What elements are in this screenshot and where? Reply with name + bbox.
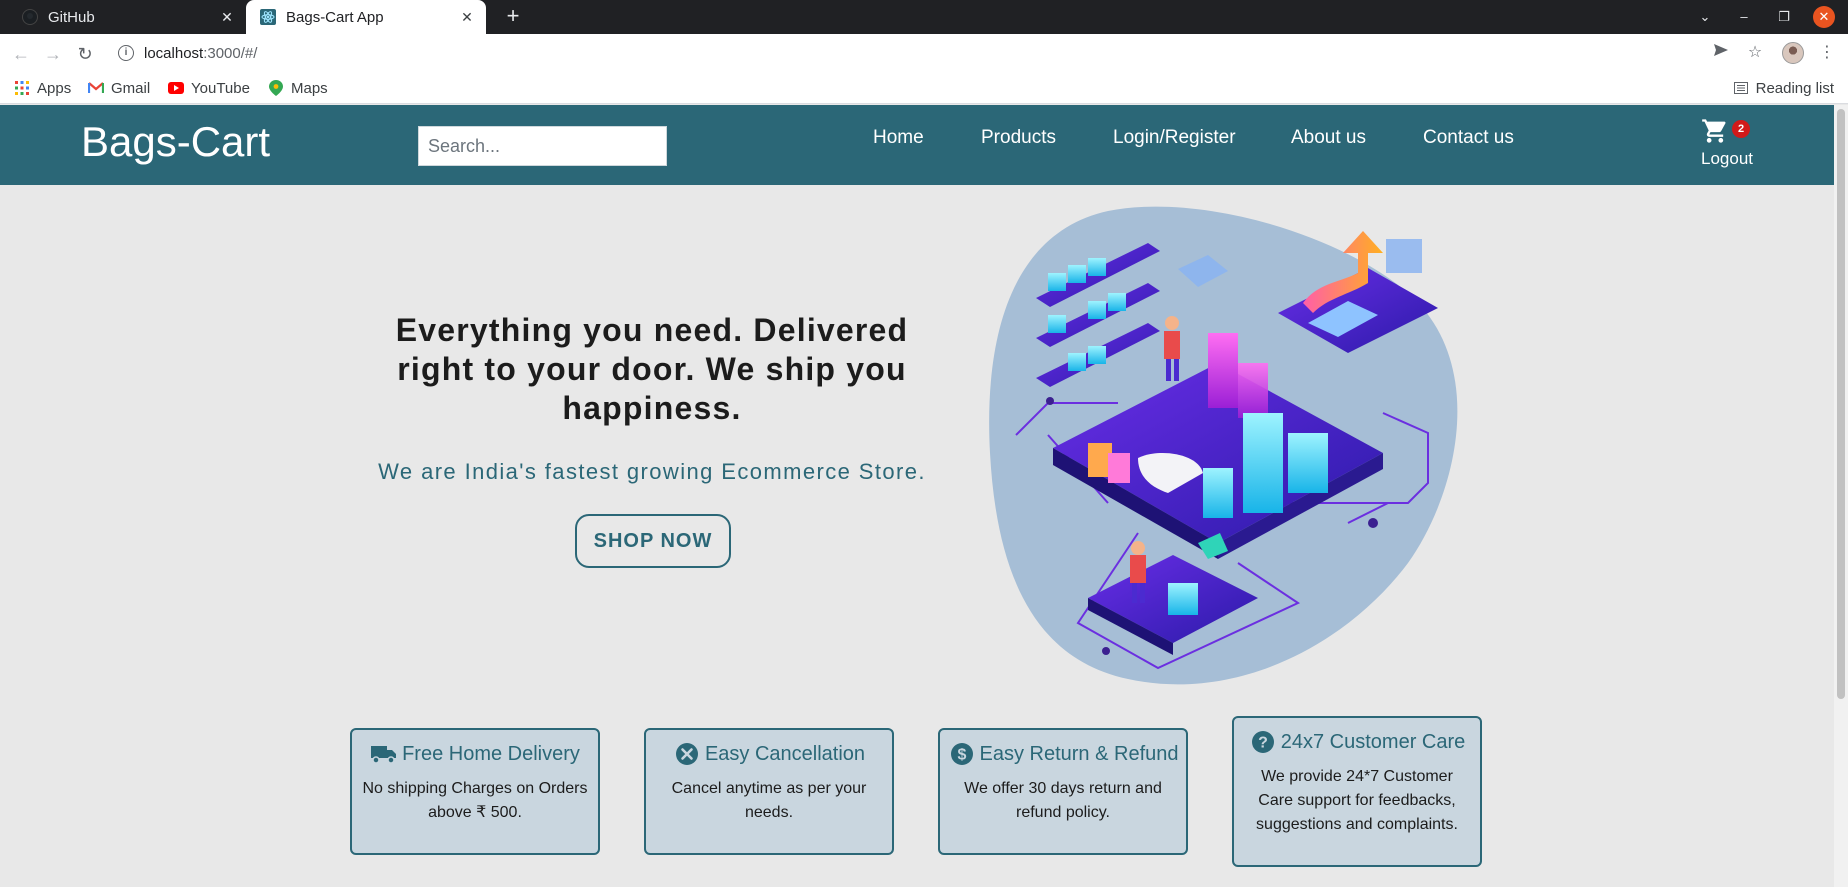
maps-icon bbox=[268, 80, 284, 96]
search-input[interactable] bbox=[418, 126, 667, 166]
nav-home[interactable]: Home bbox=[873, 127, 924, 149]
close-tab-icon[interactable]: ✕ bbox=[458, 8, 476, 26]
feature-card-easy-cancellation: Easy Cancellation Cancel anytime as per … bbox=[644, 728, 894, 855]
bookmark-label: YouTube bbox=[191, 79, 250, 97]
tab-bags-cart[interactable]: Bags-Cart App ✕ bbox=[246, 0, 486, 34]
address-bar[interactable]: i localhost:3000/#/ bbox=[110, 38, 1770, 68]
hero-ecommerce-illustration bbox=[989, 206, 1458, 685]
dollar-circle-icon: $ bbox=[948, 741, 976, 767]
bookmark-youtube[interactable]: YouTube bbox=[168, 78, 250, 98]
feature-text: We provide 24*7 Customer Care support fo… bbox=[1256, 768, 1458, 833]
feature-title: Free Home Delivery bbox=[402, 742, 580, 765]
feature-title: Easy Cancellation bbox=[704, 742, 866, 765]
bookmark-label: Gmail bbox=[111, 79, 151, 97]
youtube-icon bbox=[168, 80, 184, 96]
feature-card-free-delivery: Free Home Delivery No shipping Charges o… bbox=[350, 728, 600, 855]
browser-toolbar: ← → ↻ i localhost:3000/#/ ☆ ⋮ bbox=[0, 34, 1848, 72]
tab-title: GitHub bbox=[48, 8, 95, 26]
menu-dots-icon[interactable]: ⋮ bbox=[1816, 42, 1838, 64]
cart-icon bbox=[1702, 119, 1726, 143]
cancel-circle-icon bbox=[673, 741, 701, 767]
feature-card-customer-care: ? 24x7 Customer Care We provide 24*7 Cus… bbox=[1232, 716, 1482, 867]
feature-title: Easy Return & Refund bbox=[979, 742, 1179, 765]
reading-list-button[interactable]: Reading list bbox=[1733, 78, 1834, 98]
site-info-icon[interactable]: i bbox=[118, 45, 134, 61]
bookmark-maps[interactable]: Maps bbox=[268, 78, 328, 98]
back-arrow-icon[interactable]: ← bbox=[8, 41, 34, 67]
nav-about-us[interactable]: About us bbox=[1291, 127, 1366, 149]
profile-avatar[interactable] bbox=[1782, 42, 1804, 64]
nav-contact-us[interactable]: Contact us bbox=[1423, 127, 1514, 149]
site-navbar: Bags-Cart Home Products Login/Register A… bbox=[0, 105, 1834, 185]
star-icon[interactable]: ☆ bbox=[1744, 42, 1766, 64]
question-circle-icon: ? bbox=[1249, 729, 1277, 755]
svg-text:?: ? bbox=[1258, 735, 1268, 752]
nav-login-register[interactable]: Login/Register bbox=[1113, 127, 1236, 149]
tab-title: Bags-Cart App bbox=[286, 8, 384, 26]
nav-products[interactable]: Products bbox=[981, 127, 1056, 149]
page-viewport: Bags-Cart Home Products Login/Register A… bbox=[0, 105, 1834, 887]
hero-subtitle: We are India's fastest growing Ecommerce… bbox=[378, 459, 926, 484]
shop-now-button[interactable]: SHOP NOW bbox=[575, 514, 731, 568]
feature-text: We offer 30 days return and refund polic… bbox=[964, 780, 1162, 821]
reload-icon[interactable]: ↻ bbox=[72, 41, 98, 67]
close-tab-icon[interactable]: ✕ bbox=[218, 8, 236, 26]
url-text: localhost:3000/#/ bbox=[144, 45, 257, 62]
reading-list-icon bbox=[1733, 80, 1749, 96]
scrollbar-thumb[interactable] bbox=[1837, 109, 1845, 699]
window-close-icon[interactable]: ✕ bbox=[1813, 6, 1835, 28]
github-icon bbox=[22, 9, 38, 25]
svg-text:$: $ bbox=[957, 747, 966, 764]
tab-github[interactable]: GitHub ✕ bbox=[0, 0, 246, 34]
gmail-icon bbox=[88, 80, 104, 96]
brand-logo[interactable]: Bags-Cart bbox=[81, 118, 270, 166]
minimize-icon[interactable]: – bbox=[1733, 6, 1755, 28]
feature-text: No shipping Charges on Orders above ₹ 50… bbox=[362, 780, 588, 821]
feature-card-return-refund: $ Easy Return & Refund We offer 30 days … bbox=[938, 728, 1188, 855]
bookmark-apps[interactable]: Apps bbox=[14, 78, 71, 98]
apps-grid-icon bbox=[14, 80, 30, 96]
reading-list-label: Reading list bbox=[1755, 79, 1834, 97]
send-icon[interactable] bbox=[1710, 42, 1732, 64]
react-icon bbox=[260, 9, 276, 25]
truck-icon bbox=[370, 741, 398, 767]
url-host: localhost bbox=[144, 44, 204, 62]
logout-link[interactable]: Logout bbox=[1701, 149, 1753, 169]
bookmark-gmail[interactable]: Gmail bbox=[88, 78, 150, 98]
cart-count-badge: 2 bbox=[1732, 120, 1750, 138]
restore-icon[interactable]: ❐ bbox=[1773, 6, 1795, 28]
forward-arrow-icon[interactable]: → bbox=[40, 41, 66, 67]
bookmarks-bar: Apps Gmail YouTube Maps Reading list bbox=[0, 72, 1848, 104]
tab-search-icon[interactable]: ⌄ bbox=[1694, 6, 1716, 28]
bookmark-label: Apps bbox=[37, 79, 72, 97]
hero-title: Everything you need. Delivered right to … bbox=[395, 312, 909, 426]
feature-text: Cancel anytime as per your needs. bbox=[671, 780, 867, 821]
feature-title: 24x7 Customer Care bbox=[1280, 730, 1466, 753]
bookmark-label: Maps bbox=[291, 79, 328, 97]
url-path: :3000/#/ bbox=[203, 44, 258, 62]
new-tab-button[interactable]: + bbox=[500, 4, 526, 30]
page-scrollbar[interactable] bbox=[1834, 105, 1848, 887]
browser-tab-bar: GitHub ✕ Bags-Cart App ✕ + ⌄ – ❐ ✕ bbox=[0, 0, 1848, 34]
